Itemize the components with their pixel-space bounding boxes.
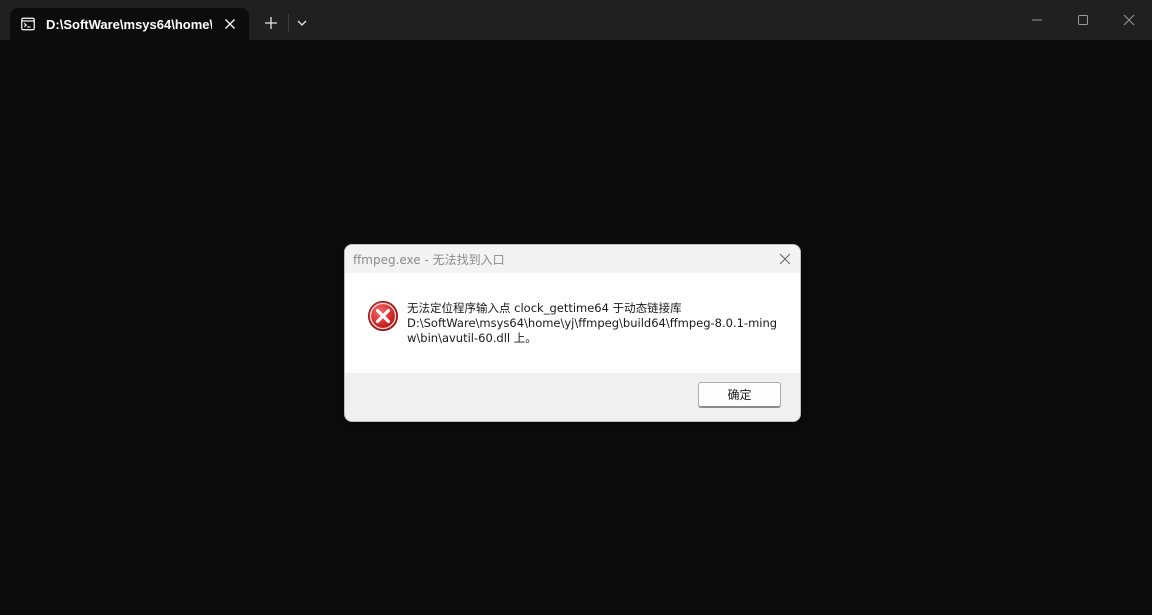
- tab-close-icon[interactable]: [223, 17, 237, 31]
- error-dialog: ffmpeg.exe - 无法找到入口 无法定位程序输入点 clock_gett…: [344, 244, 801, 422]
- error-icon: [367, 300, 399, 332]
- ok-button[interactable]: 确定: [698, 382, 781, 408]
- dialog-footer: 确定: [345, 373, 800, 421]
- tab-title: D:\SoftWare\msys64\home\yj\: [46, 16, 212, 32]
- terminal-tab[interactable]: D:\SoftWare\msys64\home\yj\: [10, 8, 249, 40]
- message-line: 无法定位程序输入点 clock_gettime64 于动态链接库: [407, 301, 682, 315]
- dialog-title: ffmpeg.exe - 无法找到入口: [353, 253, 505, 267]
- minimize-icon[interactable]: [1014, 0, 1060, 40]
- dialog-body: 无法定位程序输入点 clock_gettime64 于动态链接库 D:\Soft…: [345, 273, 800, 373]
- tab-bar: D:\SoftWare\msys64\home\yj\: [0, 0, 1152, 40]
- dialog-titlebar: ffmpeg.exe - 无法找到入口: [345, 245, 800, 273]
- tab-divider: [288, 14, 289, 32]
- message-line: w\bin\avutil-60.dll 上。: [407, 331, 537, 345]
- new-tab-plus-icon[interactable]: [262, 14, 280, 32]
- terminal-window: D:\SoftWare\msys64\home\yj\ ffmpeg.exe -…: [0, 0, 1152, 615]
- maximize-icon[interactable]: [1060, 0, 1106, 40]
- dialog-close-icon[interactable]: [776, 250, 794, 268]
- error-message: 无法定位程序输入点 clock_gettime64 于动态链接库 D:\Soft…: [407, 301, 779, 346]
- terminal-icon: [21, 17, 35, 31]
- window-close-icon[interactable]: [1106, 0, 1152, 40]
- message-line: D:\SoftWare\msys64\home\yj\ffmpeg\build6…: [407, 316, 778, 330]
- chevron-down-icon[interactable]: [294, 14, 310, 32]
